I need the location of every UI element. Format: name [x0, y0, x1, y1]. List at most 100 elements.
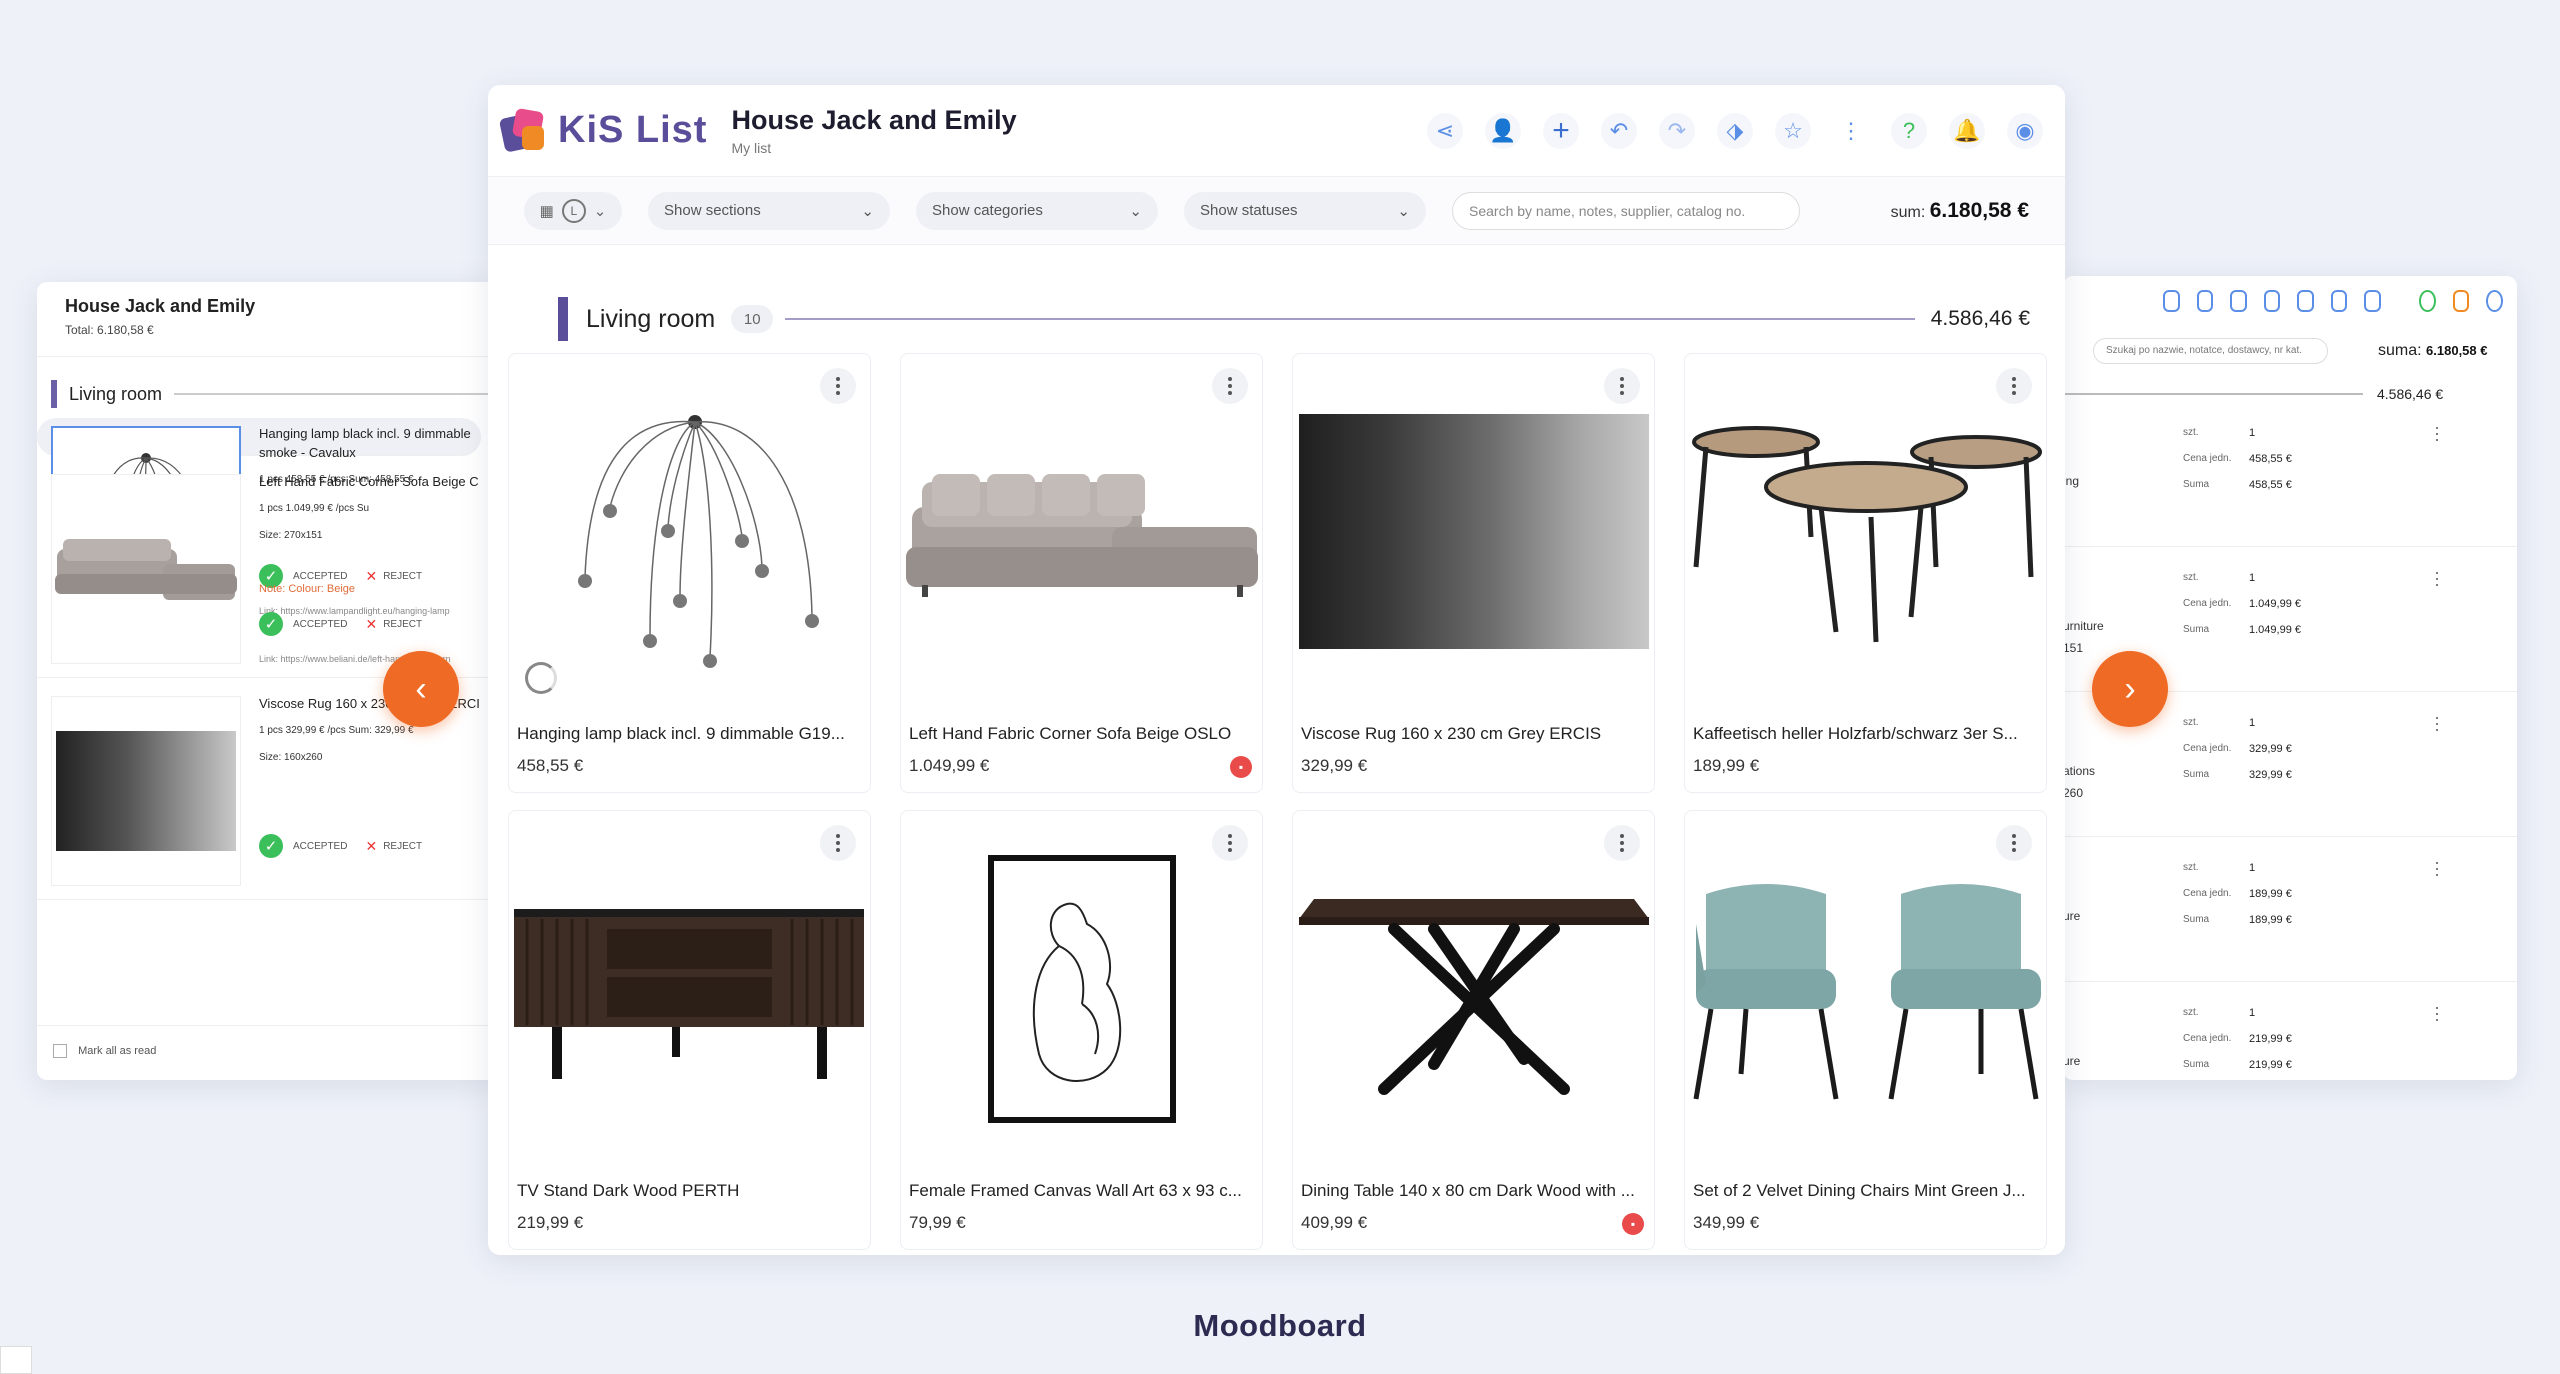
statuses-select-label: Show statuses [1200, 202, 1298, 219]
chairs-image[interactable] [1685, 811, 2046, 1166]
rug-image[interactable] [1293, 354, 1654, 709]
categories-select[interactable]: Show categories ⌄ [916, 191, 1158, 230]
item-thumbnail[interactable] [51, 474, 241, 664]
right-sum-value: 6.180,58 € [2426, 343, 2488, 358]
next-arrow-button[interactable]: › [2092, 651, 2168, 727]
sofa-image[interactable] [901, 354, 1262, 709]
accepted-label[interactable]: ACCEPTED [293, 837, 347, 856]
bell-icon[interactable] [2452, 290, 2470, 312]
right-item-row[interactable]: ing szt. Cena jedn. Suma 1 458,55 € 458,55 € · ·… [2063, 402, 2517, 547]
reject-label[interactable]: REJECT [383, 837, 422, 856]
more-vertical-icon[interactable]: · · · [2427, 563, 2447, 593]
right-item-row[interactable]: ure szt. Cena jedn. Suma 1 189,99 € 189,99 € · ·… [2063, 837, 2517, 982]
product-card[interactable]: Female Framed Canvas Wall Art 63 x 93 c.… [900, 810, 1263, 1250]
product-card[interactable]: Dining Table 140 x 80 cm Dark Wood with … [1292, 810, 1655, 1250]
left-item-row[interactable]: Hanging lamp black incl. 9 dimmable smok… [37, 418, 481, 616]
row-fragment-text: urniture [2063, 619, 2104, 633]
more-vertical-icon[interactable]: · · · [2427, 708, 2447, 738]
more-vertical-icon[interactable]: · · · [2427, 998, 2447, 1028]
view-size: L [561, 198, 586, 223]
more-vertical-icon[interactable] [1604, 825, 1640, 861]
dtable-image[interactable] [1293, 811, 1654, 1166]
statuses-select[interactable]: Show statuses ⌄ [1184, 191, 1426, 230]
row-labels: szt. Cena jedn. Suma [2183, 710, 2231, 788]
row-fragment-text: ations [2063, 764, 2096, 778]
more-vertical-icon[interactable]: · · · [2427, 853, 2447, 883]
undo-icon[interactable]: ↶ [1601, 112, 1637, 149]
rug-image [56, 731, 236, 851]
more-vertical-icon[interactable] [820, 825, 856, 861]
check-icon[interactable]: ✓ [259, 612, 283, 636]
close-icon[interactable]: ✕ [365, 837, 377, 856]
section-header[interactable]: Living room 10 4.586,46 € [558, 297, 2030, 341]
plus-icon[interactable] [2230, 290, 2247, 312]
categories-select-label: Show categories [932, 202, 1043, 219]
left-footer: Mark all as read [37, 1025, 507, 1080]
sections-select-label: Show sections [664, 202, 761, 219]
more-vertical-icon[interactable] [1212, 368, 1248, 404]
share-icon[interactable] [2163, 290, 2180, 312]
tv-image[interactable] [509, 811, 870, 1166]
product-card[interactable]: Set of 2 Velvet Dining Chairs Mint Green… [1684, 810, 2047, 1250]
redo-icon[interactable]: ↷ [1659, 112, 1695, 149]
more-vertical-icon[interactable] [1996, 825, 2032, 861]
add-user-icon[interactable] [2196, 290, 2214, 312]
item-thumbnail[interactable] [51, 696, 241, 886]
right-search-input[interactable]: Szukaj po nazwie, notatce, dostawcy, nr … [2093, 338, 2328, 364]
prev-arrow-button[interactable]: ‹ [383, 651, 459, 727]
product-card[interactable]: Left Hand Fabric Corner Sofa Beige OSLO 1… [900, 353, 1263, 793]
help-icon[interactable]: ? [1891, 112, 1927, 149]
add-user-icon[interactable]: 👤 [1485, 112, 1521, 149]
unit-label: Cena jedn. [2183, 1033, 2232, 1044]
more-vertical-icon[interactable]: ⋮ [1833, 113, 1869, 149]
right-item-row[interactable]: ure szt. Cena jedn. Suma 1 219,99 € 219,99 € · ·… [2063, 982, 2517, 1080]
search-input[interactable]: Search by name, notes, supplier, catalog… [1452, 191, 1800, 230]
more-vertical-icon[interactable] [820, 368, 856, 404]
more-vertical-icon[interactable] [1604, 368, 1640, 404]
bell-icon[interactable]: 🔔 [1949, 112, 1985, 149]
comment-icon[interactable]: ▪ [1230, 756, 1252, 778]
tag-icon[interactable]: ⬗ [1717, 112, 1753, 149]
more-vertical-icon[interactable]: · · · [2427, 418, 2447, 448]
product-card[interactable]: TV Stand Dark Wood PERTH 219,99 € [508, 810, 871, 1250]
tables-image[interactable] [1685, 354, 2046, 709]
product-price: 329,99 € [1301, 756, 1368, 775]
corner-widget[interactable] [0, 1346, 32, 1374]
product-card[interactable]: Viscose Rug 160 x 230 cm Grey ERCIS 329,9… [1292, 353, 1655, 793]
row-labels: szt. Cena jedn. Suma [2183, 855, 2231, 933]
sum-label: Suma [2183, 914, 2210, 925]
accepted-label[interactable]: ACCEPTED [293, 615, 347, 634]
help-icon[interactable] [2419, 290, 2436, 312]
art-image[interactable] [901, 811, 1262, 1166]
more-vertical-icon[interactable] [1996, 368, 2032, 404]
mark-all-checkbox[interactable] [53, 1044, 67, 1058]
check-icon[interactable]: ✓ [259, 834, 283, 858]
undo-icon[interactable] [2263, 290, 2281, 312]
account-icon[interactable]: ◉ [2007, 112, 2043, 149]
more-vertical-icon[interactable] [1212, 825, 1248, 861]
close-icon[interactable]: ✕ [365, 615, 377, 634]
star-icon[interactable]: ☆ [1775, 112, 1811, 149]
product-card[interactable]: Hanging lamp black incl. 9 dimmable G19.… [508, 353, 871, 793]
row-fragment: ure [2063, 905, 2080, 927]
more-icon[interactable] [2398, 290, 2402, 312]
view-switch[interactable]: ▦ L ⌄ [524, 191, 622, 230]
plus-icon[interactable]: + [1543, 112, 1579, 149]
star-icon[interactable] [2364, 290, 2382, 312]
redo-icon[interactable] [2297, 290, 2314, 312]
chevron-left-icon: ‹ [415, 669, 427, 708]
lamp-image[interactable] [509, 354, 870, 709]
sum-label: sum: [1890, 203, 1926, 221]
product-card[interactable]: Kaffeetisch heller Holzfarb/schwarz 3er … [1684, 353, 2047, 793]
tag-icon[interactable] [2330, 290, 2348, 312]
chevron-down-icon: ⌄ [593, 202, 607, 220]
comment-icon[interactable]: ▪ [1622, 1213, 1644, 1235]
share-icon[interactable]: ⋖ [1427, 112, 1463, 149]
item-info: Viscose Rug 160 x 230 cm Grey ERCI 1 pcs… [259, 694, 507, 858]
reject-label[interactable]: REJECT [383, 615, 422, 634]
sections-select[interactable]: Show sections ⌄ [648, 191, 890, 230]
account-icon[interactable] [2486, 290, 2503, 312]
left-item-row[interactable]: Left Hand Fabric Corner Sofa Beige C 1 p… [37, 466, 507, 678]
mark-all-label[interactable]: Mark all as read [78, 1045, 156, 1057]
kis-list-logo[interactable]: KiS List [498, 107, 707, 154]
